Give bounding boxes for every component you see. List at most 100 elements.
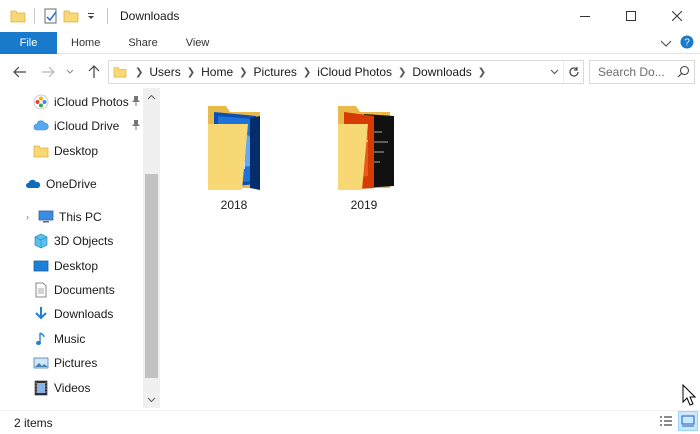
this-pc-icon	[38, 209, 54, 225]
folder-thumbnail-icon	[338, 106, 394, 190]
large-icons-view-icon	[681, 415, 695, 427]
nav-item-label: Documents	[54, 283, 115, 297]
back-button[interactable]	[8, 60, 32, 84]
breadcrumb-icloud-photos[interactable]: iCloud Photos	[315, 65, 394, 79]
nav-item-downloads[interactable]: Downloads	[0, 302, 143, 326]
documents-icon	[33, 282, 49, 298]
nav-item-label: Downloads	[54, 307, 114, 321]
nav-item-desktop-quick[interactable]: Desktop	[0, 139, 143, 163]
address-history-dropdown[interactable]	[545, 61, 563, 83]
search-input[interactable]: Search Do...	[589, 60, 695, 84]
file-tab[interactable]: File	[0, 31, 57, 54]
navigation-bar: ❯ Users ❯ Home ❯ Pictures ❯ iCloud Photo…	[0, 56, 700, 88]
maximize-button[interactable]	[608, 0, 654, 32]
nav-item-label: iCloud Photos	[54, 95, 129, 109]
chevron-right-icon[interactable]: ❯	[299, 67, 315, 78]
nav-item-label: Desktop	[54, 144, 99, 158]
desktop-icon	[33, 258, 49, 274]
navigation-pane-scrollbar[interactable]	[143, 88, 160, 408]
videos-icon	[33, 380, 49, 396]
scroll-down-arrow[interactable]	[143, 391, 160, 408]
nav-item-pictures[interactable]: Pictures	[0, 351, 143, 375]
up-button[interactable]	[82, 60, 106, 84]
breadcrumb-pictures[interactable]: Pictures	[252, 65, 299, 79]
nav-item-documents[interactable]: Documents	[0, 278, 143, 302]
scroll-up-arrow[interactable]	[143, 88, 160, 105]
item-count: 2 items	[14, 415, 53, 430]
nav-item-videos[interactable]: Videos	[0, 376, 143, 400]
details-view-button[interactable]	[656, 411, 676, 431]
divider	[34, 8, 35, 24]
folder-item-2018[interactable]: 2018	[186, 102, 282, 212]
address-bar[interactable]: ❯ Users ❯ Home ❯ Pictures ❯ iCloud Photo…	[108, 60, 584, 84]
properties-icon[interactable]	[41, 6, 61, 26]
3d-objects-icon	[33, 233, 49, 249]
nav-item-label: Pictures	[54, 356, 98, 370]
ribbon-controls: ?	[660, 35, 694, 52]
new-folder-icon[interactable]	[61, 6, 81, 26]
breadcrumb-downloads[interactable]: Downloads	[410, 65, 473, 79]
view-switcher	[656, 411, 698, 431]
folder-icon	[33, 143, 49, 159]
chevron-right-icon[interactable]: ❯	[394, 67, 410, 78]
downloads-icon	[33, 306, 49, 322]
close-button[interactable]	[654, 0, 700, 32]
file-list: 2018 2019	[160, 88, 700, 408]
refresh-button[interactable]	[563, 61, 583, 83]
status-bar: 2 items	[0, 410, 700, 434]
window-title: Downloads	[120, 9, 180, 23]
search-icon[interactable]	[677, 65, 690, 81]
quick-access-toolbar	[0, 0, 114, 32]
file-name: 2018	[220, 198, 248, 212]
mouse-cursor-icon	[682, 384, 696, 406]
expand-ribbon-icon[interactable]	[660, 37, 672, 51]
nav-item-label: 3D Objects	[54, 234, 114, 248]
file-name: 2019	[350, 198, 378, 212]
minimize-button[interactable]	[562, 0, 608, 32]
nav-item-3d-objects[interactable]: 3D Objects	[0, 229, 143, 253]
scrollbar-thumb[interactable]	[145, 174, 158, 378]
tab-view[interactable]: View	[172, 32, 224, 54]
chevron-right-icon[interactable]: ❯	[131, 67, 147, 78]
details-view-icon	[660, 416, 672, 426]
nav-item-icloud-photos[interactable]: iCloud Photos	[0, 90, 143, 114]
nav-item-icloud-drive[interactable]: iCloud Drive	[0, 114, 143, 138]
nav-item-label: Videos	[54, 381, 91, 395]
nav-item-label: OneDrive	[46, 177, 97, 191]
large-icons-view-button[interactable]	[678, 411, 698, 431]
chevron-right-icon[interactable]: ❯	[235, 67, 251, 78]
breadcrumb-home[interactable]: Home	[199, 65, 235, 79]
onedrive-icon	[25, 176, 41, 192]
customize-toolbar-dropdown-icon[interactable]	[81, 6, 101, 26]
ribbon-tabs: File Home Share View ?	[0, 31, 700, 54]
nav-item-music[interactable]: Music	[0, 327, 143, 351]
help-icon[interactable]: ?	[680, 35, 694, 52]
chevron-right-icon[interactable]: ❯	[474, 67, 490, 78]
breadcrumb: ❯ Users ❯ Home ❯ Pictures ❯ iCloud Photo…	[109, 61, 545, 83]
nav-item-label: Desktop	[54, 259, 99, 273]
nav-item-onedrive[interactable]: OneDrive	[0, 172, 143, 196]
forward-button[interactable]	[36, 60, 60, 84]
folder-icon	[113, 66, 127, 78]
pictures-icon	[33, 355, 49, 371]
tab-share[interactable]: Share	[114, 32, 171, 54]
nav-item-this-pc[interactable]: › This PC	[0, 205, 143, 229]
window-controls	[562, 0, 700, 32]
recent-locations-dropdown[interactable]	[58, 60, 82, 84]
nav-item-desktop[interactable]: Desktop	[0, 254, 143, 278]
pin-icon	[131, 119, 141, 134]
icloud-photos-icon	[33, 94, 49, 110]
breadcrumb-users[interactable]: Users	[147, 65, 182, 79]
tab-home[interactable]: Home	[57, 32, 114, 54]
svg-text:?: ?	[684, 38, 690, 49]
nav-item-label: Music	[54, 332, 86, 346]
divider	[107, 8, 108, 24]
pin-icon	[131, 95, 141, 110]
music-icon	[33, 331, 49, 347]
folder-item-2019[interactable]: 2019	[316, 102, 412, 212]
navigation-pane: iCloud Photos iCloud Drive Desktop OneDr…	[0, 88, 160, 408]
nav-item-label: iCloud Drive	[54, 119, 120, 133]
chevron-right-icon[interactable]: ❯	[183, 67, 199, 78]
chevron-right-icon[interactable]: ›	[26, 212, 38, 222]
folder-icon[interactable]	[8, 6, 28, 26]
